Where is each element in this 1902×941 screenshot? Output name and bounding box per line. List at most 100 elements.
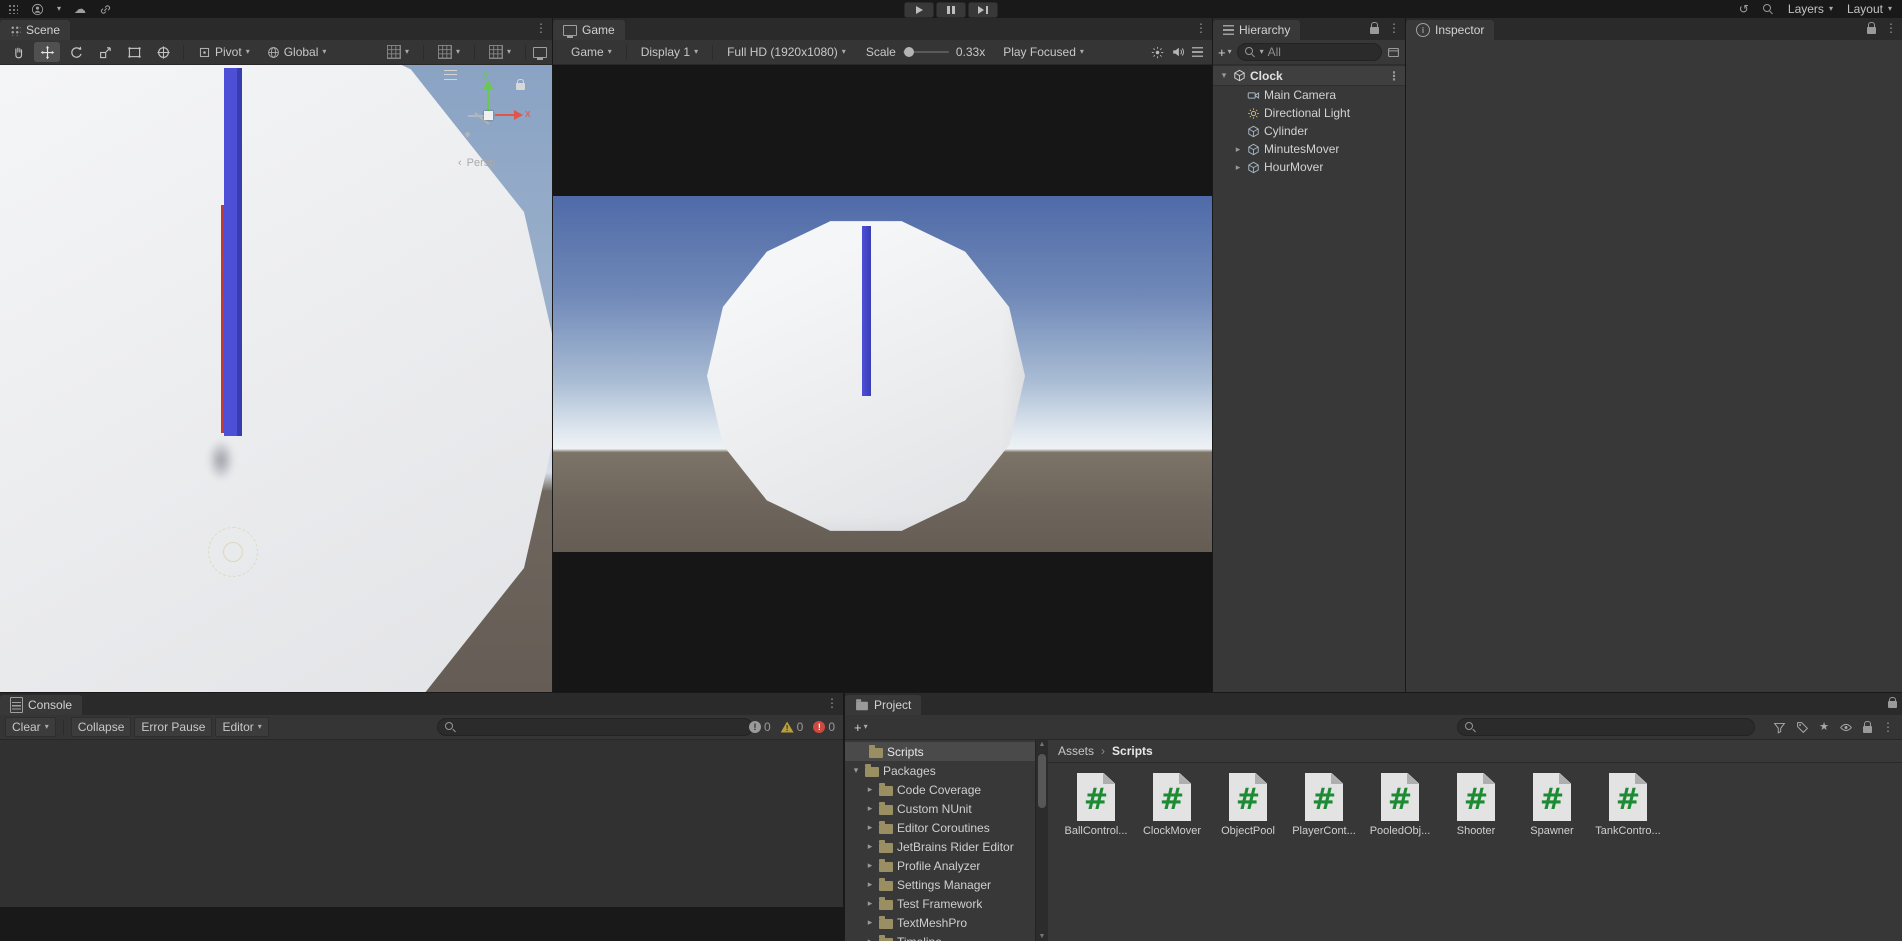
hierarchy-search-input[interactable]: ▾ All <box>1236 43 1382 61</box>
lock-icon[interactable] <box>1867 22 1876 34</box>
search-by-type-icon[interactable] <box>1773 721 1786 734</box>
info-filter-button[interactable]: ! 0 <box>748 720 771 734</box>
hierarchy-item-minutesmover[interactable]: ▸ MinutesMover <box>1213 140 1405 158</box>
hierarchy-item-cylinder[interactable]: Cylinder <box>1213 122 1405 140</box>
play-focused-dropdown[interactable]: Play Focused ▾ <box>996 42 1091 62</box>
lock-icon[interactable] <box>1863 721 1872 733</box>
hidden-packages-icon[interactable] <box>1839 721 1853 734</box>
scroll-down-icon[interactable]: ▼ <box>1036 933 1048 940</box>
asset-item-objectpool[interactable]: # ObjectPool <box>1212 773 1284 837</box>
project-search-input[interactable] <box>1457 718 1755 736</box>
stats-icon[interactable] <box>1151 46 1164 59</box>
grid-visibility-dropdown[interactable]: ▾ <box>380 42 416 62</box>
axis-x-arrow[interactable] <box>514 110 523 120</box>
link-icon[interactable] <box>99 3 112 16</box>
display-dropdown[interactable]: Display 1 ▾ <box>634 42 705 62</box>
scrollbar-thumb[interactable] <box>1038 754 1046 808</box>
global-dropdown[interactable]: Global ▾ <box>260 42 334 62</box>
scroll-up-icon[interactable]: ▲ <box>1036 741 1048 748</box>
asset-item-playercontrol[interactable]: # PlayerCont... <box>1288 773 1360 837</box>
asset-item-clockmover[interactable]: # ClockMover <box>1136 773 1208 837</box>
account-icon[interactable] <box>31 3 44 16</box>
perspective-toggle[interactable]: ‹ Persp <box>458 157 495 169</box>
tree-item-editor-coroutines[interactable]: ▸ Editor Coroutines <box>845 818 1035 837</box>
axis-center-cube[interactable] <box>484 111 493 120</box>
scene-orientation-gizmo[interactable]: y x <box>450 68 534 145</box>
menu-grid-icon[interactable] <box>8 4 18 14</box>
foldout-icon[interactable]: ▸ <box>865 803 875 814</box>
pivot-dropdown[interactable]: Pivot ▾ <box>191 42 257 62</box>
clear-button[interactable]: Clear ▾ <box>5 717 56 737</box>
scene-viewport[interactable]: y x ‹ Persp <box>0 65 552 692</box>
console-search-input[interactable] <box>437 718 753 736</box>
foldout-icon[interactable]: ▸ <box>1233 144 1243 155</box>
grid-snapping-dropdown[interactable]: ▾ <box>431 42 467 62</box>
foldout-icon[interactable]: ▾ <box>851 765 861 776</box>
lock-icon[interactable] <box>1888 696 1897 708</box>
step-button[interactable] <box>968 2 998 18</box>
foldout-icon[interactable]: ▸ <box>865 784 875 795</box>
save-search-icon[interactable]: ★ <box>1819 721 1829 733</box>
undo-history-icon[interactable]: ↺ <box>1739 3 1749 15</box>
scene-menu-icon[interactable]: ⋮ <box>1388 70 1400 82</box>
foldout-icon[interactable]: ▸ <box>865 860 875 871</box>
tree-item-scripts[interactable]: Scripts <box>845 742 1035 761</box>
error-pause-button[interactable]: Error Pause <box>134 717 213 737</box>
axis-z-handle[interactable] <box>465 132 470 137</box>
account-caret-icon[interactable]: ▾ <box>57 5 61 13</box>
asset-item-tankcontrol[interactable]: # TankContro... <box>1592 773 1664 837</box>
tab-hierarchy[interactable]: Hierarchy <box>1213 20 1301 40</box>
asset-item-ballcontrol[interactable]: # BallControl... <box>1060 773 1132 837</box>
tree-item-test-framework[interactable]: ▸ Test Framework <box>845 894 1035 913</box>
tree-item-textmeshpro[interactable]: ▸ TextMeshPro <box>845 913 1035 932</box>
asset-item-pooledobject[interactable]: # PooledObj... <box>1364 773 1436 837</box>
search-by-label-icon[interactable] <box>1796 721 1809 734</box>
editor-dropdown[interactable]: Editor ▾ <box>215 717 269 737</box>
foldout-icon[interactable]: ▸ <box>865 879 875 890</box>
layers-dropdown[interactable]: Layers ▾ <box>1788 2 1833 16</box>
foldout-icon[interactable]: ▸ <box>1233 162 1243 173</box>
pause-button[interactable] <box>936 2 966 18</box>
asset-item-shooter[interactable]: # Shooter <box>1440 773 1512 837</box>
panel-menu-icon[interactable]: ⋮ <box>1388 22 1400 34</box>
warning-filter-button[interactable]: ! 0 <box>780 720 803 734</box>
panel-menu-icon[interactable]: ⋮ <box>1882 721 1894 733</box>
hierarchy-item-hourmover[interactable]: ▸ HourMover <box>1213 158 1405 176</box>
tab-project[interactable]: Project <box>845 695 922 715</box>
tree-item-custom-nunit[interactable]: ▸ Custom NUnit <box>845 799 1035 818</box>
play-button[interactable] <box>904 2 934 18</box>
tree-item-code-coverage[interactable]: ▸ Code Coverage <box>845 780 1035 799</box>
hierarchy-item-main-camera[interactable]: Main Camera <box>1213 86 1405 104</box>
tree-scrollbar[interactable]: ▲ ▼ <box>1035 740 1048 941</box>
rotate-tool-button[interactable] <box>63 42 89 62</box>
game-view-dropdown[interactable]: Game ▾ <box>564 42 619 62</box>
layout-dropdown[interactable]: Layout ▾ <box>1847 2 1892 16</box>
tree-item-timeline[interactable]: ▸ Timeline <box>845 932 1035 941</box>
create-object-button[interactable]: + ▾ <box>1218 45 1232 60</box>
resolution-dropdown[interactable]: Full HD (1920x1080) ▾ <box>720 42 853 62</box>
scene-header-row-clock[interactable]: ▾ Clock ⋮ <box>1213 65 1405 86</box>
breadcrumb-root[interactable]: Assets <box>1058 744 1094 758</box>
camera-settings-icon[interactable] <box>533 46 547 60</box>
snap-increment-dropdown[interactable]: ▾ <box>482 42 518 62</box>
minute-hand-object[interactable] <box>224 68 242 436</box>
rect-tool-button[interactable] <box>121 42 147 62</box>
foldout-icon[interactable]: ▸ <box>865 898 875 909</box>
scale-slider-thumb[interactable] <box>903 47 914 57</box>
tab-scene[interactable]: Scene <box>0 20 71 40</box>
gizmos-icon[interactable] <box>1192 47 1203 57</box>
game-viewport[interactable] <box>553 65 1212 692</box>
transform-tool-button[interactable] <box>150 42 176 62</box>
tab-inspector[interactable]: i Inspector <box>1406 20 1495 40</box>
tree-item-settings-manager[interactable]: ▸ Settings Manager <box>845 875 1035 894</box>
mute-audio-icon[interactable] <box>1171 45 1185 59</box>
foldout-icon[interactable]: ▾ <box>1219 70 1229 81</box>
foldout-icon[interactable]: ▸ <box>865 936 875 941</box>
move-tool-button[interactable] <box>34 42 60 62</box>
collapse-button[interactable]: Collapse <box>70 717 132 737</box>
panel-menu-icon[interactable]: ⋮ <box>535 22 547 34</box>
panel-menu-icon[interactable]: ⋮ <box>826 697 838 709</box>
view-tool-button[interactable] <box>5 42 31 62</box>
tab-game[interactable]: Game <box>553 20 625 40</box>
directional-light-gizmo[interactable] <box>208 527 258 577</box>
